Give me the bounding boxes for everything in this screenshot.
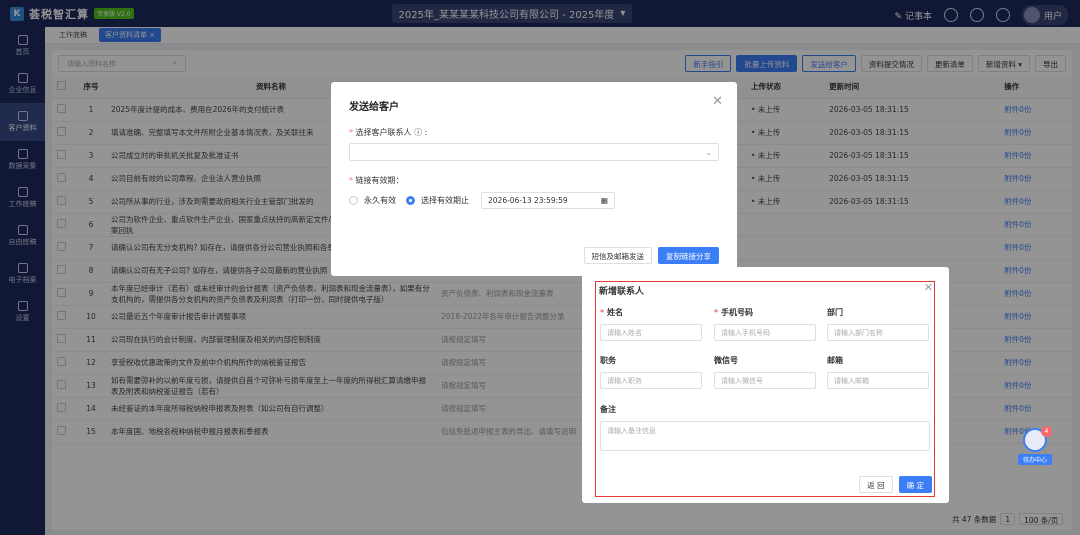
phone-input[interactable]: 请输入手机号码 [714, 324, 816, 341]
send-to-client-dialog: 发送给客户 ✕ * 选择客户联系人 ⓘ : ⌄ * 链接有效期： 永久有效 选择… [331, 82, 737, 276]
position-field: 职务 请输入职务 [600, 355, 702, 389]
email-field: 邮箱 请输入邮箱 [827, 355, 929, 389]
close-icon[interactable]: ✕ [712, 94, 723, 109]
copy-link-button[interactable]: 复制链接分享 [658, 247, 719, 264]
confirm-button[interactable]: 确 定 [898, 476, 932, 493]
remark-label: 备注 [600, 405, 616, 414]
validity-label: * 链接有效期： [349, 176, 404, 185]
radio-period-label: 选择有效期止 [421, 196, 469, 205]
radio-forever[interactable] [349, 196, 358, 205]
email-input[interactable]: 请输入邮箱 [827, 372, 929, 389]
position-input[interactable]: 请输入职务 [600, 372, 702, 389]
dept-label: 部门 [827, 308, 843, 317]
email-label: 邮箱 [827, 356, 843, 365]
radio-period[interactable] [406, 196, 415, 205]
wechat-field: 微信号 请输入微信号 [714, 355, 816, 389]
add-contact-dialog: 新增联系人 ✕ * 姓名 请输入姓名 * 手机号码 请输入手机号码 部门 请输入… [582, 267, 949, 503]
name-input[interactable]: 请输入姓名 [600, 324, 702, 341]
contact-label-text: 选择客户联系人 [355, 128, 412, 137]
dialog-title: 新增联系人 [599, 287, 645, 297]
todo-center-widget[interactable]: 4 待办中心 [1018, 426, 1052, 468]
remark-field: 备注 请输入备注信息 [600, 404, 930, 451]
contact-label: * 选择客户联系人 ⓘ : [349, 128, 428, 137]
remark-textarea[interactable]: 请输入备注信息 [600, 421, 930, 451]
radio-forever-label: 永久有效 [364, 196, 396, 205]
dept-field: 部门 请输入部门名称 [827, 307, 929, 341]
dept-input[interactable]: 请输入部门名称 [827, 324, 929, 341]
contact-select[interactable]: ⌄ [349, 143, 719, 161]
todo-label: 待办中心 [1018, 454, 1052, 465]
phone-label: 手机号码 [720, 308, 753, 317]
validity-label-text: 链接有效期： [355, 176, 404, 185]
info-icon: ⓘ [414, 128, 423, 137]
phone-field: * 手机号码 请输入手机号码 [714, 307, 816, 341]
todo-badge: 4 [1041, 426, 1052, 437]
back-button[interactable]: 返 回 [859, 476, 893, 493]
name-label: 姓名 [606, 308, 623, 317]
sms-email-send-button[interactable]: 短信及邮箱发送 [583, 247, 652, 264]
close-icon[interactable]: ✕ [924, 281, 933, 294]
dialog-title: 发送给客户 [349, 102, 399, 113]
position-label: 职务 [600, 356, 616, 365]
chevron-down-icon: ⌄ [705, 147, 712, 157]
wechat-label: 微信号 [714, 356, 738, 365]
calendar-icon: ▦ [600, 196, 608, 205]
expiry-date-input[interactable]: 2026-06-13 23:59:59 ▦ [481, 192, 615, 209]
expiry-date-value: 2026-06-13 23:59:59 [488, 196, 568, 205]
wechat-input[interactable]: 请输入微信号 [714, 372, 816, 389]
name-field: * 姓名 请输入姓名 [600, 307, 702, 341]
